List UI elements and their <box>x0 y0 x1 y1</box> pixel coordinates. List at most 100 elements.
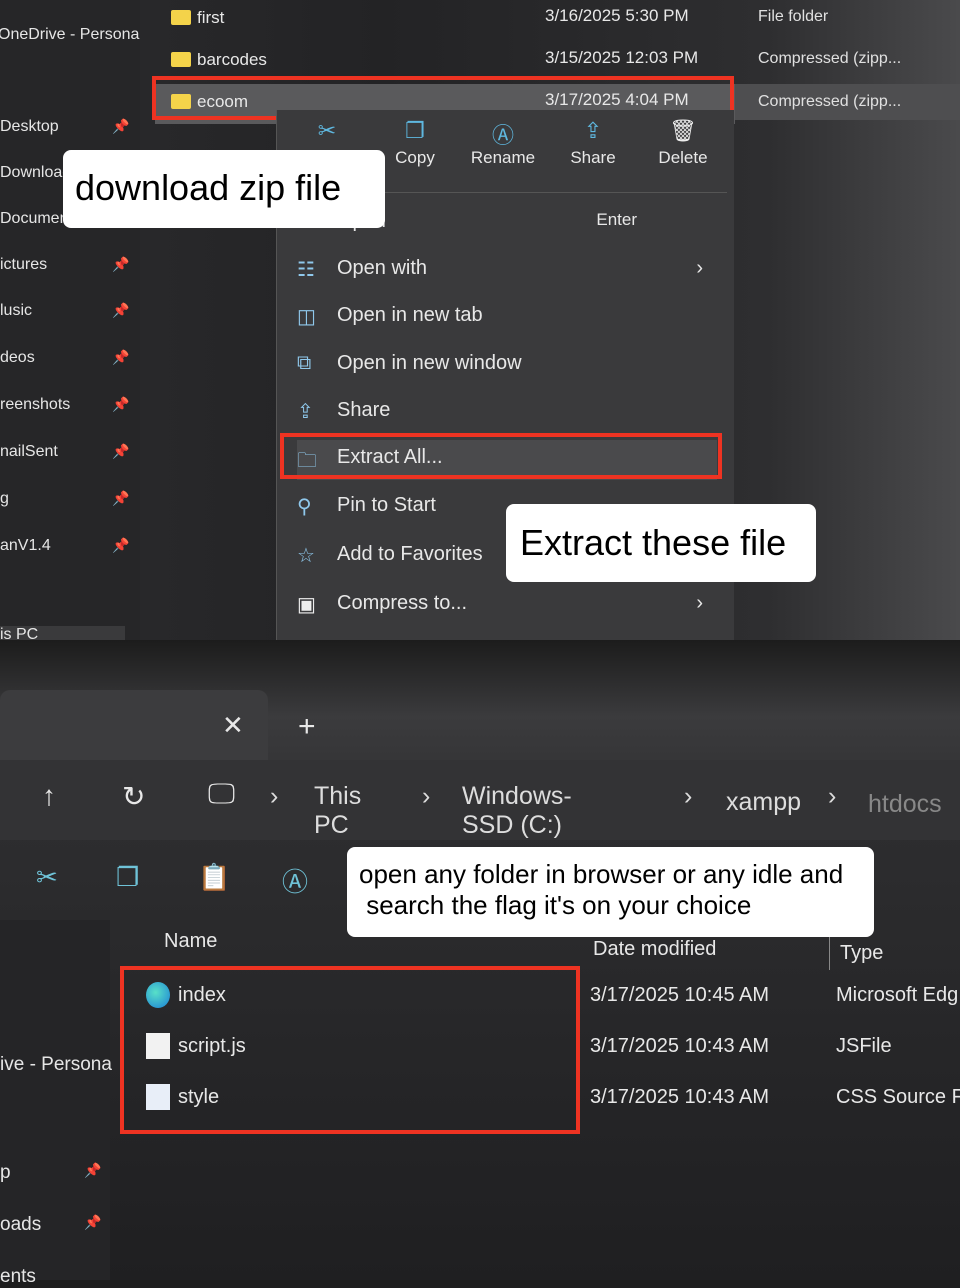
sidebar-item[interactable]: OneDrive - Persona <box>0 26 139 44</box>
menu-item-compress[interactable]: ▣ Compress to... › <box>297 586 717 626</box>
sidebar-item[interactable]: Desktop <box>0 118 59 136</box>
menu-item-open-new-tab[interactable]: ◫ Open in new tab <box>297 298 717 338</box>
pin-icon: 📌 <box>112 118 130 134</box>
pin-icon: 📌 <box>84 1162 102 1178</box>
new-tab-icon: ◫ <box>297 306 316 328</box>
copy-button[interactable]: ❐ Copy <box>375 118 455 168</box>
callout-line: open any folder in browser or any idle a… <box>359 859 844 889</box>
chevron-right-icon: › <box>828 782 837 810</box>
annotation-callout: open any folder in browser or any idle a… <box>347 847 874 937</box>
column-header-date[interactable]: Date modified <box>593 938 716 961</box>
label: Share <box>337 399 391 421</box>
sidebar-item[interactable]: p <box>0 1162 11 1184</box>
delete-button[interactable]: 🗑 Delete <box>643 118 723 168</box>
sidebar-item[interactable]: is PC <box>0 626 125 640</box>
sidebar: ive - Persona p 📌 oads 📌 ents <box>0 920 112 1287</box>
label: Open in new window <box>337 352 522 374</box>
close-tab-icon[interactable]: ✕ <box>222 710 244 741</box>
label: Add to Favorites <box>337 543 483 565</box>
share-icon: ⇪ <box>297 401 314 423</box>
file-name: first <box>197 8 225 27</box>
label: Rename <box>470 148 536 167</box>
share-icon: ⇪ <box>583 118 603 143</box>
annotation-callout: Extract these file <box>506 504 816 582</box>
file-type: Microsoft Edg <box>836 984 959 1006</box>
breadcrumb-item[interactable]: htdocs <box>868 790 942 819</box>
pin-icon: 📌 <box>84 1214 102 1230</box>
rename-icon[interactable]: Ⓐ <box>282 862 308 899</box>
star-icon: ☆ <box>297 545 315 567</box>
file-row[interactable]: first 3/16/2025 5:30 PM <box>155 0 735 40</box>
file-date: 3/16/2025 5:30 PM <box>545 6 689 25</box>
folder-icon <box>171 10 191 25</box>
sidebar-item[interactable]: deos <box>0 349 35 367</box>
sidebar-item[interactable]: lusic <box>0 302 32 320</box>
column-header-name[interactable]: Name <box>164 930 217 953</box>
callout-line: search the flag it's on your choice <box>359 890 752 920</box>
file-date: 3/17/2025 10:45 AM <box>590 984 770 1006</box>
annotation-callout: download zip file <box>63 150 385 228</box>
label: Open with <box>337 257 428 279</box>
pin-icon: ⚲ <box>297 496 312 518</box>
chevron-right-icon: › <box>422 782 431 810</box>
label: Share <box>570 148 616 167</box>
file-date: 3/17/2025 10:43 AM <box>590 1035 770 1057</box>
pin-icon: 📌 <box>112 302 130 318</box>
breadcrumb-item[interactable]: Windows-SSD (C:) <box>462 782 572 840</box>
menu-item-open-new-window[interactable]: ⧉ Open in new window <box>297 346 717 386</box>
sidebar: OneDrive - Persona Desktop 📌 Downloads Do… <box>0 0 140 640</box>
cut-button[interactable]: ✂ <box>287 118 367 148</box>
computer-icon: 🖵 <box>208 778 235 809</box>
menu-item-share[interactable]: ⇪ Share <box>297 393 717 433</box>
paste-icon[interactable]: 📋 <box>198 862 230 893</box>
sidebar-item[interactable]: ive - Persona <box>0 1054 112 1076</box>
cut-icon[interactable]: ✂ <box>36 862 58 893</box>
explorer-top-screenshot: OneDrive - Persona Desktop 📌 Downloads Do… <box>0 0 960 640</box>
open-with-icon: ☷ <box>297 259 315 281</box>
shortcut: Enter <box>596 210 637 229</box>
label: Compress to... <box>337 592 468 614</box>
pin-icon: 📌 <box>112 396 130 412</box>
compress-icon: ▣ <box>297 594 316 616</box>
pin-icon: 📌 <box>112 490 130 506</box>
highlight-box <box>280 433 722 479</box>
file-date: 3/15/2025 12:03 PM <box>545 48 699 67</box>
refresh-icon[interactable]: ↻ <box>122 780 145 813</box>
file-type: CSS Source Fil <box>836 1086 960 1108</box>
chevron-right-icon: › <box>684 782 693 810</box>
sidebar-item[interactable]: ents <box>0 1266 36 1288</box>
sidebar-item[interactable]: oads <box>0 1214 41 1236</box>
pin-icon: 📌 <box>112 256 130 272</box>
column-divider[interactable] <box>829 932 830 970</box>
breadcrumb-item[interactable]: This PC <box>314 782 361 840</box>
sidebar-item[interactable]: g <box>0 490 9 508</box>
label: Copy <box>395 148 435 167</box>
sidebar-item[interactable]: reenshots <box>0 396 70 414</box>
label: Open in new tab <box>337 304 483 326</box>
new-tab-icon[interactable]: + <box>298 710 316 744</box>
file-type: File folder <box>758 8 829 25</box>
file-type: Compressed (zipp... <box>758 93 902 110</box>
up-arrow-icon[interactable]: ↑ <box>42 780 56 812</box>
breadcrumb-item[interactable]: xampp <box>726 788 801 817</box>
label: Delete <box>658 148 708 167</box>
trash-icon: 🗑 <box>669 118 697 143</box>
highlight-box <box>120 966 580 1134</box>
sidebar-item[interactable]: ictures <box>0 256 47 274</box>
scissors-icon: ✂ <box>317 118 337 143</box>
rename-button[interactable]: Ⓐ Rename <box>463 118 543 168</box>
copy-icon[interactable]: ❐ <box>116 862 139 893</box>
file-type: Compressed (zipp... <box>758 50 902 67</box>
file-name: barcodes <box>197 50 267 69</box>
chevron-right-icon: › <box>696 592 703 614</box>
copy-icon: ❐ <box>405 118 425 143</box>
menu-item-open-with[interactable]: ☷ Open with › <box>297 251 717 291</box>
column-header-type[interactable]: Type <box>840 942 883 965</box>
chevron-right-icon: › <box>270 782 279 810</box>
label: Pin to Start <box>337 494 436 516</box>
file-type: JSFile <box>836 1035 892 1057</box>
pin-icon: 📌 <box>112 443 130 459</box>
sidebar-item[interactable]: nailSent <box>0 443 58 461</box>
share-button[interactable]: ⇪ Share <box>553 118 633 168</box>
sidebar-item[interactable]: anV1.4 <box>0 537 51 555</box>
